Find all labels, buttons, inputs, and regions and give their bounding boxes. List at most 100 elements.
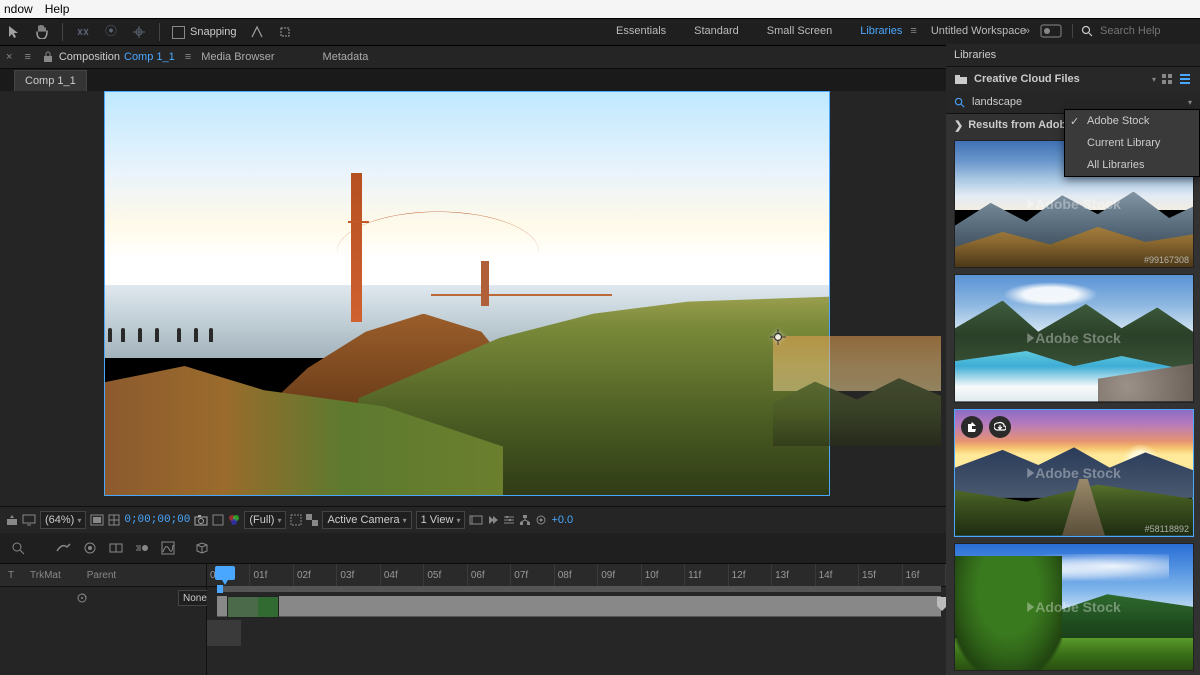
license-button[interactable] — [961, 416, 983, 438]
ruler-tick: 05f — [424, 564, 467, 586]
lib-search-scope-icon[interactable]: ▾ — [1188, 98, 1192, 107]
results-expand-icon[interactable]: ❯ — [954, 119, 963, 132]
snap-option-a-icon[interactable] — [245, 22, 269, 42]
anchor-point-icon[interactable] — [769, 328, 787, 346]
tl-fx-icon[interactable] — [82, 540, 98, 556]
stock-item-3[interactable]: Adobe Stock #58118892 — [954, 409, 1194, 537]
download-button[interactable] — [989, 416, 1011, 438]
ruler-tick: 02f — [294, 564, 337, 586]
tab-media-browser[interactable]: Media Browser — [201, 51, 274, 63]
camera-tool-icon[interactable]: ⦿ — [99, 22, 123, 42]
menu-adobe-stock[interactable]: ✓ Adobe Stock — [1065, 110, 1199, 132]
timeline-icon[interactable] — [503, 514, 515, 526]
snap-option-b-icon[interactable] — [273, 22, 297, 42]
snapping-toggle[interactable]: Snapping — [166, 26, 243, 39]
stock-item-2[interactable]: Adobe Stock — [954, 274, 1194, 402]
hand-tool-icon[interactable] — [30, 22, 54, 42]
exposure-value[interactable]: +0.0 — [551, 514, 573, 526]
layer-preview — [207, 620, 241, 646]
results-label: Results from Adobe — [968, 119, 1072, 131]
stock-item-4[interactable]: Adobe Stock — [954, 543, 1194, 671]
ruler-tick: 16f — [903, 564, 946, 586]
tab-comp[interactable]: Comp 1_1 — [14, 70, 87, 91]
search-scope-menu[interactable]: ✓ Adobe Stock Current Library All Librar… — [1064, 109, 1200, 177]
magnification-select[interactable]: (64%)▾ — [40, 511, 86, 529]
transparency-grid-icon[interactable] — [306, 514, 318, 526]
grid-icon[interactable] — [108, 514, 120, 526]
pixel-aspect-icon[interactable] — [469, 514, 483, 526]
lib-search-icon — [954, 97, 965, 108]
tl-frame-blend-icon[interactable] — [108, 540, 124, 556]
work-area-bar[interactable] — [217, 586, 941, 592]
panel-menu-icon[interactable]: ≡ — [24, 51, 30, 63]
rotation-tool-icon[interactable] — [71, 22, 95, 42]
ruler-tick: 10f — [642, 564, 685, 586]
view-count-select[interactable]: 1 View▾ — [416, 511, 466, 529]
resolution-select[interactable]: (Full)▾ — [244, 511, 286, 529]
library-source-dropdown-icon[interactable]: ▾ — [1152, 75, 1156, 84]
ruler-tick: 09f — [598, 564, 641, 586]
workspace-small-screen[interactable]: Small Screen — [753, 18, 846, 44]
playhead[interactable] — [215, 566, 235, 580]
workspace-overflow-icon[interactable]: » — [1024, 25, 1030, 37]
work-area-start[interactable] — [217, 585, 223, 593]
tl-search-icon[interactable] — [10, 540, 26, 556]
search-icon — [1081, 25, 1093, 37]
snapping-checkbox[interactable] — [172, 26, 185, 39]
ruler-tick: 07f — [511, 564, 554, 586]
stock-id: #99167308 — [1144, 255, 1189, 265]
grid-view-icon[interactable] — [1160, 72, 1174, 86]
tl-graph-icon[interactable] — [160, 540, 176, 556]
cloud-files-icon — [954, 73, 968, 85]
monitor-icon[interactable] — [22, 514, 36, 526]
lib-search-input[interactable] — [970, 95, 1183, 109]
snapshot-icon[interactable] — [194, 514, 208, 526]
workspace-standard[interactable]: Standard — [680, 18, 753, 44]
composition-canvas[interactable] — [104, 91, 830, 496]
roi-icon[interactable] — [290, 514, 302, 526]
resolution-icon[interactable] — [90, 514, 104, 526]
os-menu-window[interactable]: ndow — [4, 2, 33, 16]
anchor-tool-icon[interactable] — [127, 22, 151, 42]
composition-label: Composition — [59, 51, 120, 63]
ruler-tick: 12f — [729, 564, 772, 586]
tab-metadata[interactable]: Metadata — [323, 51, 369, 63]
col-t: T — [8, 570, 22, 581]
workspace-untitled[interactable]: Untitled Workspace — [917, 18, 1040, 44]
list-view-icon[interactable] — [1178, 72, 1192, 86]
os-menu-help[interactable]: Help — [45, 2, 70, 16]
ruler-tick: 11f — [685, 564, 728, 586]
tl-draft-3d-icon[interactable] — [194, 540, 210, 556]
channel-icon[interactable] — [228, 514, 240, 526]
panel-tab-libraries[interactable]: Libraries — [954, 49, 996, 61]
ruler-tick: 04f — [381, 564, 424, 586]
ruler-tick: 03f — [337, 564, 380, 586]
reset-exposure-icon[interactable] — [535, 514, 547, 526]
library-source[interactable]: Creative Cloud Files — [974, 73, 1080, 85]
lock-icon[interactable] — [43, 51, 53, 63]
search-input[interactable] — [1098, 24, 1192, 38]
fast-preview-icon[interactable] — [487, 514, 499, 526]
camera-select[interactable]: Active Camera▾ — [322, 511, 411, 529]
ruler-tick: 06f — [468, 564, 511, 586]
snapping-label: Snapping — [190, 26, 237, 38]
menu-current-library[interactable]: Current Library — [1065, 132, 1199, 154]
comp-menu-icon[interactable]: ≡ — [185, 51, 191, 63]
layer-bar[interactable] — [227, 596, 279, 618]
workspace-essentials[interactable]: Essentials — [602, 18, 680, 44]
always-preview-icon[interactable] — [6, 514, 18, 526]
menu-all-libraries[interactable]: All Libraries — [1065, 154, 1199, 176]
current-time[interactable]: 0;00;00;00 — [124, 514, 190, 526]
selection-tool-icon[interactable] — [2, 22, 26, 42]
composition-name[interactable]: Comp 1_1 — [124, 51, 175, 63]
close-panel-icon[interactable]: × — [6, 51, 12, 63]
tl-motion-blur-icon[interactable] — [134, 540, 150, 556]
parent-pickwhip-icon[interactable] — [76, 592, 88, 604]
workspace-libraries[interactable]: Libraries — [846, 18, 916, 44]
ruler-tick: 15f — [859, 564, 902, 586]
show-snapshot-icon[interactable] — [212, 514, 224, 526]
timeline-ruler[interactable]: 00f 01f 02f 03f 04f 05f 06f 07f 08f 09f … — [207, 564, 946, 587]
tl-shy-icon[interactable] — [56, 540, 72, 556]
sync-settings-icon[interactable] — [1040, 24, 1062, 38]
flowchart-icon[interactable] — [519, 514, 531, 526]
